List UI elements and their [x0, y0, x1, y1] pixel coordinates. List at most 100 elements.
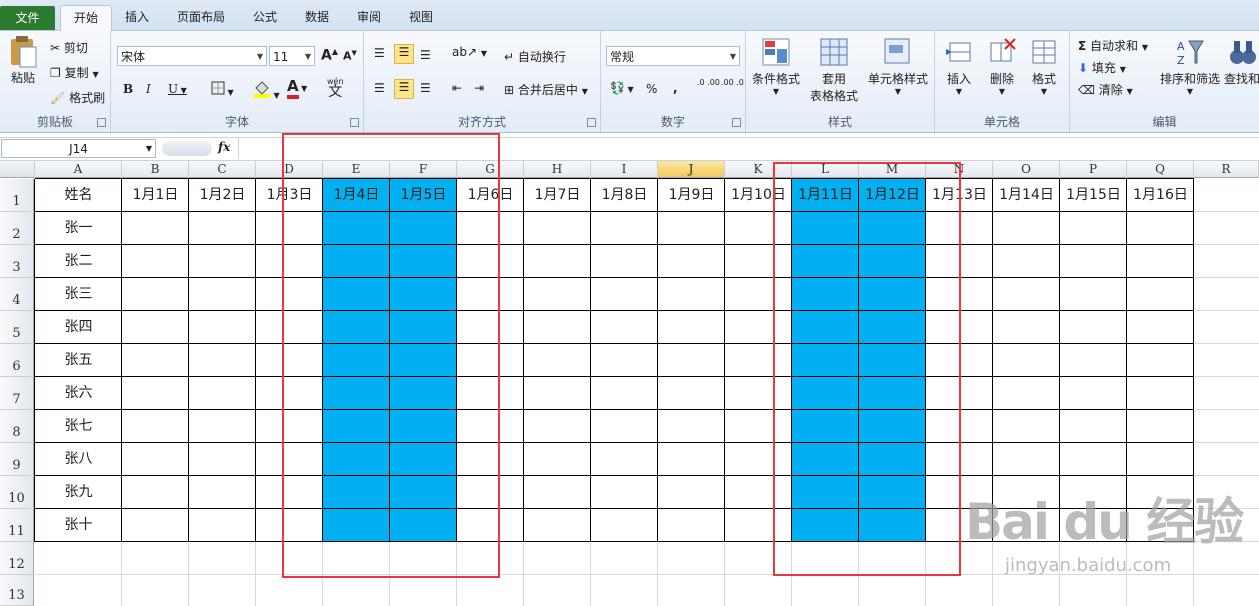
align-left-icon[interactable]: ☰: [374, 81, 385, 95]
highlighted-cell[interactable]: [859, 410, 926, 443]
highlighted-cell[interactable]: [323, 509, 390, 542]
table-cell[interactable]: [189, 509, 256, 542]
merge-center-button[interactable]: ⊞ 合并后居中 ▼: [504, 81, 588, 98]
table-cell[interactable]: [189, 278, 256, 311]
highlighted-cell[interactable]: [859, 443, 926, 476]
table-cell[interactable]: [524, 344, 591, 377]
format-as-table-button[interactable]: 套用 表格格式: [804, 37, 864, 104]
highlighted-cell[interactable]: [323, 476, 390, 509]
highlighted-cell[interactable]: [323, 377, 390, 410]
table-cell[interactable]: [993, 311, 1060, 344]
table-cell[interactable]: [591, 377, 658, 410]
table-cell[interactable]: [189, 212, 256, 245]
column-header-a[interactable]: A: [35, 161, 122, 178]
font-size-select[interactable]: 11 ▼: [269, 46, 315, 66]
align-right-icon[interactable]: ☰: [420, 81, 431, 95]
comma-button[interactable]: ,: [673, 81, 678, 95]
table-cell[interactable]: [256, 344, 323, 377]
table-cell[interactable]: [591, 245, 658, 278]
table-cell[interactable]: [725, 278, 792, 311]
header-cell-date[interactable]: 1月9日: [658, 179, 725, 212]
row-header-8[interactable]: 8: [0, 410, 34, 443]
table-cell[interactable]: [1060, 443, 1127, 476]
highlighted-cell[interactable]: [390, 377, 457, 410]
highlighted-cell[interactable]: [323, 212, 390, 245]
table-cell[interactable]: [658, 443, 725, 476]
table-cell[interactable]: [122, 212, 189, 245]
table-cell[interactable]: [189, 443, 256, 476]
column-header-n[interactable]: N: [926, 161, 993, 178]
shrink-font-button[interactable]: A▼: [343, 49, 357, 63]
row-header-10[interactable]: 10: [0, 476, 34, 509]
table-cell[interactable]: [457, 509, 524, 542]
table-cell[interactable]: [189, 377, 256, 410]
highlighted-cell[interactable]: [859, 245, 926, 278]
column-header-g[interactable]: G: [457, 161, 524, 178]
font-launcher-icon[interactable]: [350, 118, 359, 127]
table-cell[interactable]: [725, 377, 792, 410]
row-header-4[interactable]: 4: [0, 278, 34, 311]
table-cell[interactable]: [457, 344, 524, 377]
row-header-12[interactable]: 12: [0, 542, 34, 575]
highlighted-cell[interactable]: [323, 410, 390, 443]
highlighted-cell[interactable]: [390, 344, 457, 377]
formula-input[interactable]: [238, 138, 1259, 159]
table-cell[interactable]: [993, 410, 1060, 443]
table-cell[interactable]: [591, 344, 658, 377]
table-cell[interactable]: [725, 443, 792, 476]
table-cell[interactable]: [256, 212, 323, 245]
table-cell[interactable]: [457, 410, 524, 443]
font-name-select[interactable]: 宋体 ▼: [117, 46, 267, 66]
table-cell[interactable]: [457, 245, 524, 278]
currency-button[interactable]: 💱 ▼: [610, 81, 634, 95]
orientation-icon[interactable]: ab↗ ▼: [452, 45, 487, 59]
table-cell[interactable]: [524, 212, 591, 245]
table-cell[interactable]: [256, 509, 323, 542]
find-select-button[interactable]: 查找和: [1222, 37, 1259, 87]
highlighted-cell[interactable]: [390, 311, 457, 344]
table-cell[interactable]: [457, 443, 524, 476]
table-cell[interactable]: [256, 476, 323, 509]
row-header-7[interactable]: 7: [0, 377, 34, 410]
table-cell[interactable]: [658, 278, 725, 311]
highlighted-cell[interactable]: [792, 311, 859, 344]
table-cell[interactable]: [1127, 212, 1194, 245]
format-painter-button[interactable]: 🖌 格式刷: [50, 89, 105, 106]
name-cell[interactable]: 张八: [35, 443, 122, 476]
phonetic-button[interactable]: wén 文: [327, 77, 344, 99]
highlighted-cell[interactable]: [323, 278, 390, 311]
column-header-h[interactable]: H: [524, 161, 591, 178]
table-cell[interactable]: [1127, 443, 1194, 476]
table-cell[interactable]: [524, 509, 591, 542]
table-cell[interactable]: [1127, 377, 1194, 410]
alignment-launcher-icon[interactable]: [587, 118, 596, 127]
table-cell[interactable]: [1127, 344, 1194, 377]
table-cell[interactable]: [658, 509, 725, 542]
header-cell-date[interactable]: 1月2日: [189, 179, 256, 212]
highlighted-cell[interactable]: [390, 278, 457, 311]
header-cell-date[interactable]: 1月12日: [859, 179, 926, 212]
table-cell[interactable]: [122, 377, 189, 410]
table-cell[interactable]: [926, 344, 993, 377]
align-bottom-icon[interactable]: ☰: [420, 48, 431, 62]
tab-file[interactable]: 文件: [0, 6, 55, 30]
highlighted-cell[interactable]: [792, 344, 859, 377]
column-header-j[interactable]: J: [658, 161, 725, 178]
insert-function-icon[interactable]: fx: [218, 140, 230, 154]
table-cell[interactable]: [457, 377, 524, 410]
font-color-button[interactable]: A ▼: [287, 77, 307, 99]
formula-bar-grip[interactable]: [162, 141, 212, 156]
table-cell[interactable]: [524, 245, 591, 278]
highlighted-cell[interactable]: [792, 443, 859, 476]
header-cell-name[interactable]: 姓名: [35, 179, 122, 212]
wrap-text-button[interactable]: ↵ 自动换行: [504, 48, 566, 65]
highlighted-cell[interactable]: [390, 245, 457, 278]
table-cell[interactable]: [457, 476, 524, 509]
table-cell[interactable]: [926, 311, 993, 344]
row-header-9[interactable]: 9: [0, 443, 34, 476]
table-cell[interactable]: [658, 410, 725, 443]
select-all-corner[interactable]: [0, 161, 35, 178]
table-cell[interactable]: [122, 476, 189, 509]
clipboard-launcher-icon[interactable]: [97, 118, 106, 127]
table-cell[interactable]: [926, 245, 993, 278]
